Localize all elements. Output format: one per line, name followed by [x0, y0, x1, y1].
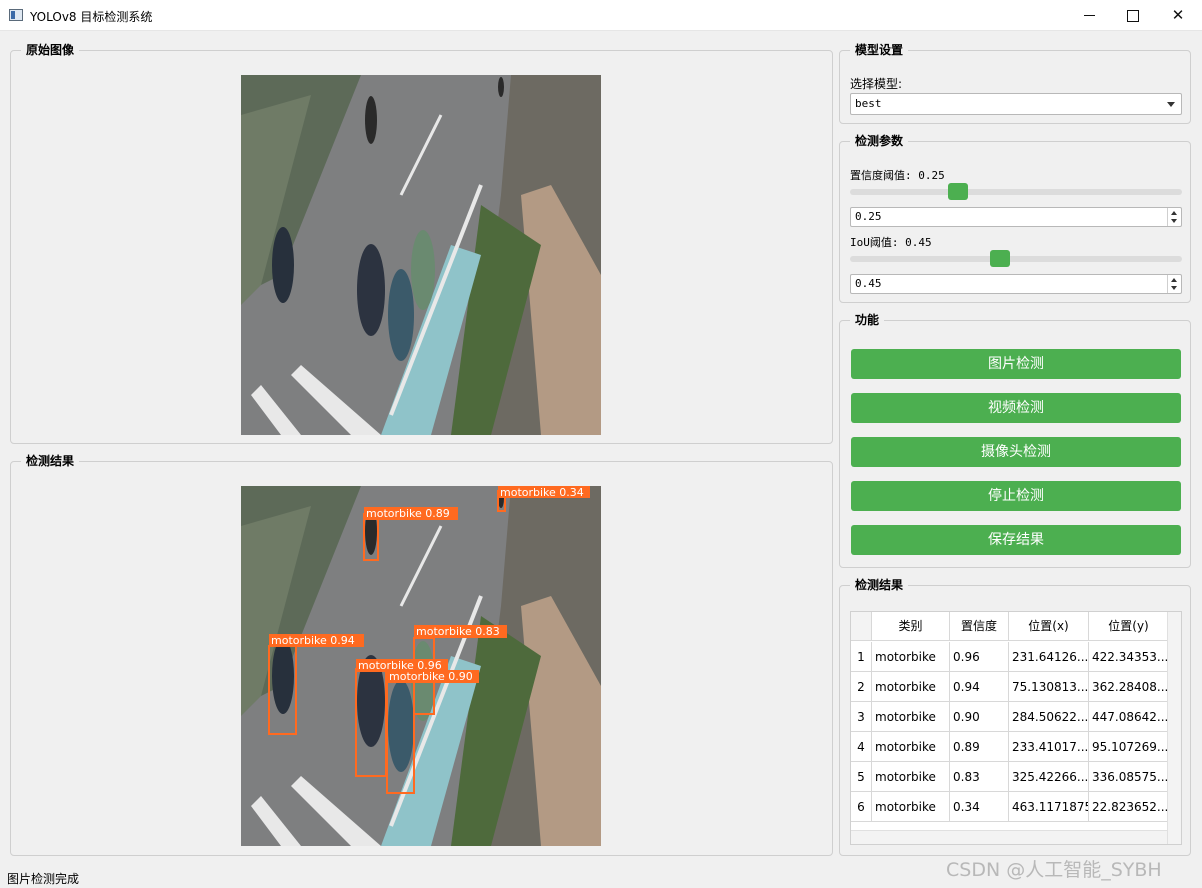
- detection-params-panel: 检测参数 置信度阈值: 0.25 0.25 IoU阈值: 0.45 0.45: [839, 133, 1191, 303]
- model-settings-panel: 模型设置 选择模型: best: [839, 42, 1191, 124]
- row-number: 1: [851, 642, 872, 672]
- table-row[interactable]: 3 motorbike 0.90 284.50622... 447.08642.…: [851, 702, 1181, 732]
- save-results-button[interactable]: 保存结果: [851, 525, 1181, 555]
- cell-confidence: 0.34: [950, 792, 1009, 822]
- title-bar: YOLOv8 目标检测系统 ✕: [0, 0, 1202, 31]
- camera-detect-button[interactable]: 摄像头检测: [851, 437, 1181, 467]
- row-number: 6: [851, 792, 872, 822]
- detection-label: motorbike 0.90: [389, 670, 473, 683]
- spin-buttons[interactable]: [1167, 208, 1181, 226]
- model-settings-title: 模型设置: [850, 42, 909, 58]
- original-image-panel: 原始图像: [10, 42, 833, 444]
- results-table[interactable]: 类别 置信度 位置(x) 位置(y) 1 motorbike 0.96 231.…: [850, 611, 1182, 845]
- maximize-button[interactable]: [1110, 0, 1156, 31]
- table-row[interactable]: 6 motorbike 0.34 463.1171875 22.823652..…: [851, 792, 1181, 822]
- cell-x: 231.64126...: [1009, 642, 1089, 672]
- row-number: 5: [851, 762, 872, 792]
- cell-confidence: 0.83: [950, 762, 1009, 792]
- cell-confidence: 0.90: [950, 702, 1009, 732]
- conf-threshold-slider[interactable]: [850, 183, 1182, 201]
- arrow-down-icon[interactable]: [1171, 219, 1177, 223]
- close-button[interactable]: ✕: [1155, 0, 1201, 31]
- iou-threshold-slider[interactable]: [850, 250, 1182, 268]
- conf-threshold-spinbox[interactable]: 0.25: [850, 207, 1182, 227]
- slider-track: [850, 256, 1182, 262]
- model-select[interactable]: best: [850, 93, 1182, 115]
- table-corner[interactable]: [851, 612, 872, 641]
- window-title: YOLOv8 目标检测系统: [30, 10, 153, 24]
- stop-detect-button[interactable]: 停止检测: [851, 481, 1181, 511]
- slider-track: [850, 189, 1182, 195]
- column-header-y[interactable]: 位置(y): [1089, 612, 1169, 641]
- cell-y: 95.107269...: [1089, 732, 1169, 762]
- result-image: motorbike 0.34 motorbike 0.89 motorbike …: [241, 486, 601, 846]
- conf-threshold-value: 0.25: [855, 210, 882, 223]
- column-header-confidence[interactable]: 置信度: [950, 612, 1009, 641]
- detection-result-panel: 检测结果 motorbike 0.34 motorbike 0.89 motor…: [10, 453, 833, 856]
- slider-handle[interactable]: [948, 183, 968, 200]
- model-select-label: 选择模型:: [850, 77, 903, 91]
- iou-threshold-label: IoU阈值: 0.45: [850, 236, 932, 249]
- conf-threshold-label: 置信度阈值: 0.25: [850, 169, 945, 182]
- iou-threshold-value: 0.45: [855, 277, 882, 290]
- table-row[interactable]: 2 motorbike 0.94 75.130813... 362.28408.…: [851, 672, 1181, 702]
- cell-class: motorbike: [872, 672, 950, 702]
- app-icon: [9, 9, 23, 21]
- functions-panel: 功能 图片检测 视频检测 摄像头检测 停止检测 保存结果: [839, 312, 1191, 568]
- row-number: 4: [851, 732, 872, 762]
- spin-buttons[interactable]: [1167, 275, 1181, 293]
- video-detect-button[interactable]: 视频检测: [851, 393, 1181, 423]
- cell-class: motorbike: [872, 762, 950, 792]
- cell-y: 362.28408...: [1089, 672, 1169, 702]
- arrow-up-icon[interactable]: [1171, 278, 1177, 282]
- arrow-down-icon[interactable]: [1171, 286, 1177, 290]
- arrow-up-icon[interactable]: [1171, 211, 1177, 215]
- results-table-title: 检测结果: [850, 577, 909, 593]
- detection-label: motorbike 0.34: [500, 486, 584, 499]
- minimize-button[interactable]: [1067, 0, 1113, 31]
- cell-x: 75.130813...: [1009, 672, 1089, 702]
- detection-label: motorbike 0.89: [366, 507, 450, 520]
- detection-label: motorbike 0.94: [271, 634, 355, 647]
- cell-class: motorbike: [872, 702, 950, 732]
- original-image-title: 原始图像: [21, 42, 80, 58]
- cell-x: 463.1171875: [1009, 792, 1089, 822]
- image-detect-button[interactable]: 图片检测: [851, 349, 1181, 379]
- status-text: 图片检测完成: [7, 872, 80, 886]
- cell-y: 22.823652...: [1089, 792, 1169, 822]
- cell-class: motorbike: [872, 732, 950, 762]
- model-select-value: best: [855, 97, 882, 110]
- watermark: CSDN @人工智能_SYBH: [946, 859, 1162, 881]
- vertical-scrollbar[interactable]: [1167, 612, 1181, 844]
- column-header-class[interactable]: 类别: [872, 612, 950, 641]
- chevron-down-icon: [1167, 102, 1175, 107]
- table-row[interactable]: 4 motorbike 0.89 233.41017... 95.107269.…: [851, 732, 1181, 762]
- detection-result-title: 检测结果: [21, 453, 80, 469]
- column-header-x[interactable]: 位置(x): [1009, 612, 1089, 641]
- cell-confidence: 0.94: [950, 672, 1009, 702]
- cell-x: 325.42266...: [1009, 762, 1089, 792]
- row-number: 3: [851, 702, 872, 732]
- cell-y: 447.08642...: [1089, 702, 1169, 732]
- functions-title: 功能: [850, 312, 885, 328]
- slider-handle[interactable]: [990, 250, 1011, 267]
- cell-class: motorbike: [872, 642, 950, 672]
- cell-confidence: 0.96: [950, 642, 1009, 672]
- detection-label: motorbike 0.83: [416, 625, 500, 638]
- cell-confidence: 0.89: [950, 732, 1009, 762]
- table-row[interactable]: 1 motorbike 0.96 231.64126... 422.34353.…: [851, 642, 1181, 672]
- results-table-panel: 检测结果 类别 置信度 位置(x) 位置(y) 1 motorbike 0.96…: [839, 577, 1191, 856]
- cell-y: 336.08575...: [1089, 762, 1169, 792]
- row-number: 2: [851, 672, 872, 702]
- cell-x: 233.41017...: [1009, 732, 1089, 762]
- horizontal-scrollbar[interactable]: [851, 830, 1167, 844]
- cell-x: 284.50622...: [1009, 702, 1089, 732]
- iou-threshold-spinbox[interactable]: 0.45: [850, 274, 1182, 294]
- original-image: [241, 75, 601, 435]
- detection-params-title: 检测参数: [850, 133, 909, 149]
- cell-y: 422.34353...: [1089, 642, 1169, 672]
- cell-class: motorbike: [872, 792, 950, 822]
- table-row[interactable]: 5 motorbike 0.83 325.42266... 336.08575.…: [851, 762, 1181, 792]
